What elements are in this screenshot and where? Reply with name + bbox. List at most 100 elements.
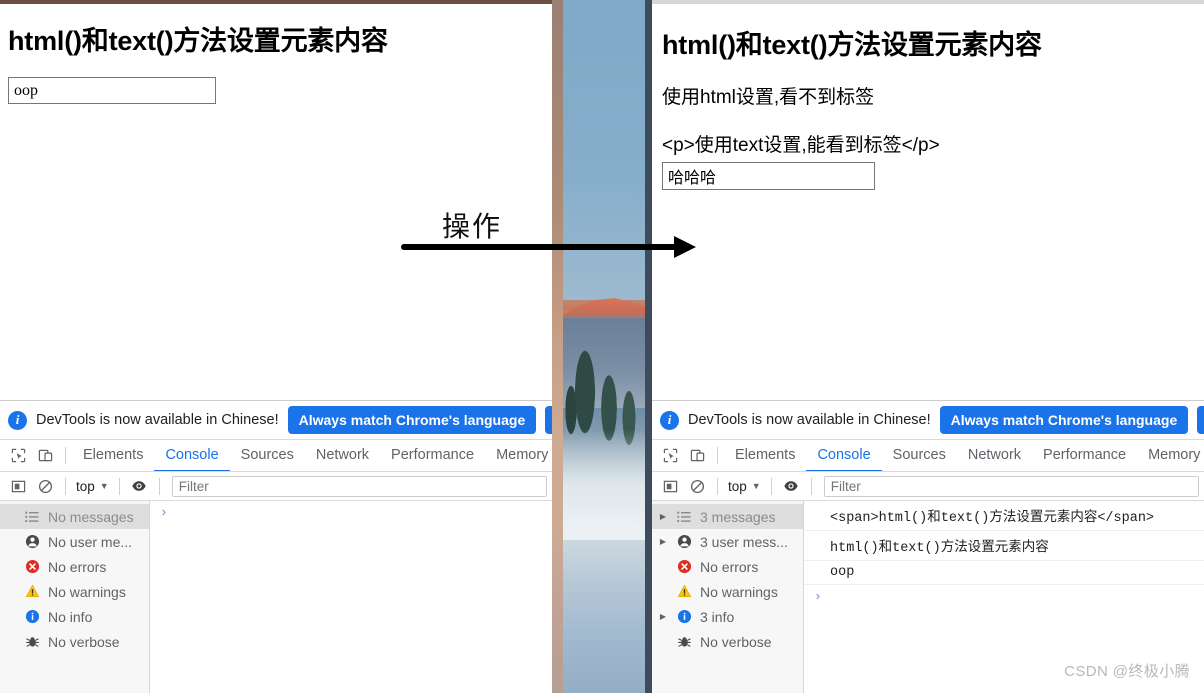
page-title: html()和text()方法设置元素内容	[8, 26, 388, 56]
tab-console[interactable]: Console	[806, 441, 882, 471]
sidebar-item-errors[interactable]: ▶ No errors	[652, 554, 803, 579]
wallpaper-fog	[563, 430, 646, 550]
browser-window-before: html()和text()方法设置元素内容 i DevTools is now …	[0, 0, 552, 693]
sidebar-toggle-icon[interactable]	[657, 473, 684, 500]
demo-text-input[interactable]	[662, 162, 875, 191]
eye-icon[interactable]	[126, 473, 153, 500]
execution-context-label: top	[728, 478, 747, 494]
info-icon	[675, 609, 693, 624]
inspect-element-icon[interactable]	[657, 442, 684, 469]
user-icon	[23, 534, 41, 549]
web-page-after: html()和text()方法设置元素内容 使用html设置,看不到标签 <p>…	[652, 4, 1204, 400]
console-sidebar: ▶ 3 messages ▶ 3 user mess... No errors …	[652, 501, 804, 693]
sidebar-toggle-icon[interactable]	[5, 473, 32, 500]
devtools-locale-notification: i DevTools is now available in Chinese! …	[0, 401, 552, 440]
prompt-chevron-icon: ›	[160, 505, 168, 520]
switch-to-chinese-button[interactable]: Switch DevTools to Chinese	[1197, 406, 1204, 434]
tab-sources[interactable]: Sources	[882, 441, 957, 472]
chevron-down-icon: ▼	[99, 481, 109, 491]
locale-message: DevTools is now available in Chinese!	[688, 412, 931, 428]
list-icon	[675, 511, 693, 523]
toolbar-divider	[65, 447, 66, 464]
warning-icon	[23, 584, 41, 599]
tab-memory[interactable]: Memory	[1137, 441, 1204, 472]
sidebar-item-warnings[interactable]: ▶ No warnings	[0, 579, 149, 604]
bug-icon	[675, 634, 693, 649]
prompt-chevron-icon: ›	[814, 589, 822, 604]
screenshot-root: html()和text()方法设置元素内容 i DevTools is now …	[0, 0, 1204, 693]
devtools-panel-after: i DevTools is now available in Chinese! …	[652, 400, 1204, 693]
console-log-area[interactable]: ⋮ <span>html()和text()方法设置元素内容</span> htm…	[804, 501, 1204, 693]
console-log-row: html()和text()方法设置元素内容	[804, 531, 1204, 561]
execution-context-selector[interactable]: top ▼	[72, 479, 113, 494]
desktop-wallpaper	[551, 0, 646, 693]
console-sidebar: ▶ No messages ▶	[0, 501, 150, 693]
sidebar-item-label: No user me...	[48, 533, 133, 550]
inspect-element-icon[interactable]	[5, 442, 32, 469]
tab-console[interactable]: Console	[154, 441, 230, 471]
always-match-language-button[interactable]: Always match Chrome's language	[287, 406, 537, 434]
chevron-right-icon[interactable]: ▶	[658, 512, 668, 521]
sidebar-item-messages[interactable]: ▶ 3 messages	[652, 504, 803, 529]
sidebar-item-errors[interactable]: ▶ No errors	[0, 554, 149, 579]
wallpaper-sky	[563, 0, 646, 300]
wallpaper-lake	[563, 540, 646, 693]
console-filter-input[interactable]	[823, 475, 1199, 497]
html-result-paragraph: 使用html设置,看不到标签	[662, 87, 875, 109]
sidebar-item-label: No verbose	[700, 633, 772, 650]
toolbar-divider	[717, 447, 718, 464]
tab-performance[interactable]: Performance	[380, 441, 485, 472]
sidebar-item-info[interactable]: ▶ No info	[0, 604, 149, 629]
device-toolbar-icon[interactable]	[684, 442, 711, 469]
console-prompt[interactable]: ›	[804, 585, 1204, 609]
demo-text-input[interactable]	[8, 77, 216, 105]
console-filter-input[interactable]	[171, 475, 547, 497]
tab-elements[interactable]: Elements	[724, 441, 806, 472]
always-match-language-button[interactable]: Always match Chrome's language	[939, 406, 1189, 434]
warning-icon	[675, 584, 693, 599]
tab-network[interactable]: Network	[305, 441, 380, 472]
info-icon	[23, 609, 41, 624]
device-toolbar-icon[interactable]	[32, 442, 59, 469]
console-toolbar-divider-3	[810, 477, 812, 495]
list-icon	[23, 511, 41, 523]
sidebar-item-verbose[interactable]: ▶ No verbose	[652, 629, 803, 654]
web-page-before: html()和text()方法设置元素内容	[0, 4, 552, 400]
sidebar-item-label: No warnings	[700, 583, 778, 600]
locale-message: DevTools is now available in Chinese!	[36, 412, 279, 428]
tab-network[interactable]: Network	[957, 441, 1032, 472]
chevron-right-icon[interactable]: ▶	[658, 537, 668, 546]
user-icon	[675, 534, 693, 549]
console-body: ▶ 3 messages ▶ 3 user mess... No errors …	[652, 501, 1204, 693]
console-prompt[interactable]: ›	[150, 501, 552, 525]
tab-performance[interactable]: Performance	[1032, 441, 1137, 472]
bug-icon	[23, 634, 41, 649]
sidebar-item-messages[interactable]: ▶ No messages	[0, 504, 149, 529]
info-icon: i	[660, 410, 679, 430]
execution-context-label: top	[76, 478, 95, 494]
sidebar-item-info[interactable]: ▶ 3 info	[652, 604, 803, 629]
sidebar-item-warnings[interactable]: ▶ No warnings	[652, 579, 803, 604]
sidebar-item-label: No warnings	[48, 583, 126, 600]
console-body: ▶ No messages ▶	[0, 501, 552, 693]
window-left-edge	[645, 0, 652, 693]
sidebar-item-label: No messages	[48, 508, 134, 525]
console-log-area[interactable]: ⋮ ›	[150, 501, 552, 693]
clear-console-icon[interactable]	[32, 473, 59, 500]
console-toolbar: top ▼	[0, 472, 552, 501]
devtools-tab-bar: Elements Console Sources Network Perform…	[652, 440, 1204, 472]
sidebar-item-user-messages[interactable]: ▶ No user me...	[0, 529, 149, 554]
switch-to-chinese-button[interactable]: Switch DevTools to Chinese	[545, 406, 552, 434]
sidebar-item-verbose[interactable]: ▶ No verbose	[0, 629, 149, 654]
tab-memory[interactable]: Memory	[485, 441, 552, 472]
info-icon: i	[8, 410, 27, 430]
execution-context-selector[interactable]: top ▼	[724, 479, 765, 494]
tab-elements[interactable]: Elements	[72, 441, 154, 472]
sidebar-item-user-messages[interactable]: ▶ 3 user mess...	[652, 529, 803, 554]
chevron-right-icon[interactable]: ▶	[658, 612, 668, 621]
eye-icon[interactable]	[778, 473, 805, 500]
tab-sources[interactable]: Sources	[230, 441, 305, 472]
error-icon	[675, 559, 693, 574]
sidebar-item-label: 3 messages	[700, 508, 776, 525]
clear-console-icon[interactable]	[684, 473, 711, 500]
